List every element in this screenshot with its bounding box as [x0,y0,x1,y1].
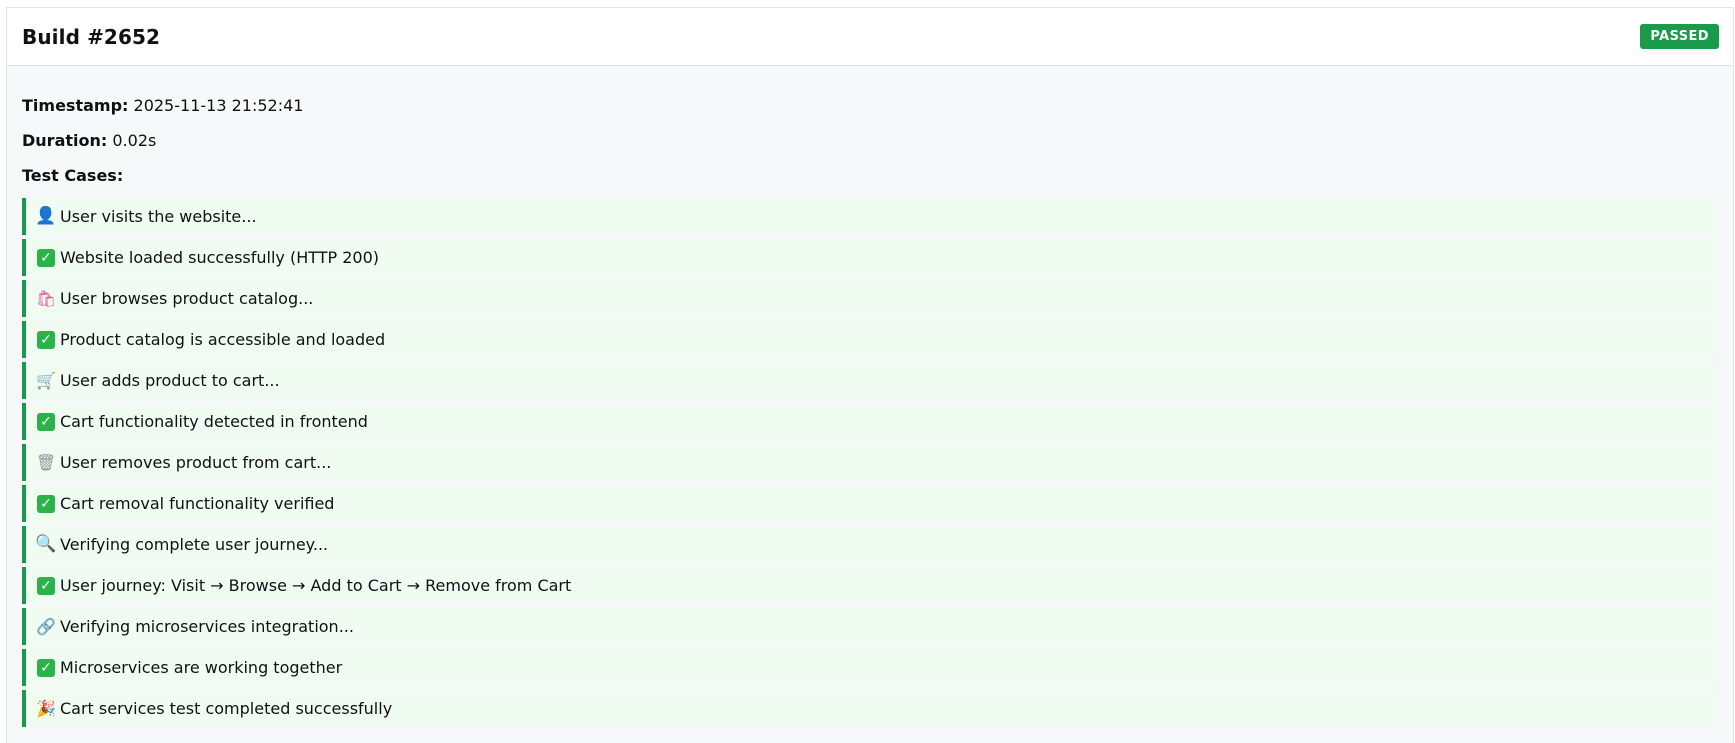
test-case-text: Website loaded successfully (HTTP 200) [60,248,380,267]
test-case-item: 🎉 Cart services test completed successful… [22,690,1718,727]
test-case-text: Cart functionality detected in frontend [60,412,368,431]
test-case-list: 👤 User visits the website... ✓ Website load… [22,198,1718,727]
duration-label: Duration: [22,131,108,150]
test-case-text: Cart services test completed successfull… [60,699,393,718]
check-icon: ✓ [37,412,55,431]
test-case-text: User browses product catalog... [60,289,314,308]
user-icon: 👤 [35,206,57,226]
duration-line: Duration: 0.02s [22,123,1718,158]
test-case-item: ✓ Product catalog is accessible and loade… [22,321,1718,358]
trash-icon: 🗑 [35,452,57,472]
check-icon: ✓ [37,248,55,267]
test-cases-heading: Test Cases: [22,158,1718,193]
build-header: Build #2652 PASSED [7,8,1733,66]
link-icon: 🔗 [36,616,56,636]
cart-icon: 🛒 [36,370,56,390]
shopping-bag-icon: 🛍 [35,288,57,308]
test-case-item: ✓ User journey: Visit → Browse → Add to C… [22,567,1718,604]
test-case-item: 🛍 User browses product catalog... [22,280,1718,317]
test-case-text: User adds product to cart... [60,371,280,390]
test-case-text: Microservices are working together [60,658,343,677]
check-icon: ✓ [37,330,55,349]
test-case-item: 👤 User visits the website... [22,198,1718,235]
test-case-item: 🗑 User removes product from cart... [22,444,1718,481]
timestamp-label: Timestamp: [22,96,129,115]
test-case-item: 🔗 Verifying microservices integration... [22,608,1718,645]
test-case-item: ✓ Cart removal functionality verified [22,485,1718,522]
build-card: Build #2652 PASSED Timestamp: 2025-11-13… [6,7,1734,743]
test-case-text: User journey: Visit → Browse → Add to Ca… [60,576,572,595]
test-case-item: 🛒 User adds product to cart... [22,362,1718,399]
test-case-item: ✓ Microservices are working together [22,649,1718,686]
test-cases-label: Test Cases: [22,166,124,185]
status-badge: PASSED [1640,24,1719,49]
timestamp-value: 2025-11-13 21:52:41 [133,96,304,115]
build-details: Timestamp: 2025-11-13 21:52:41 Duration:… [7,66,1733,727]
test-case-item: ✓ Website loaded successfully (HTTP 200) [22,239,1718,276]
test-case-text: User visits the website... [60,207,257,226]
magnifier-icon: 🔍 [35,534,57,554]
check-icon: ✓ [37,576,55,595]
build-title: Build #2652 [22,24,160,49]
check-icon: ✓ [37,658,55,677]
duration-value: 0.02s [112,131,157,150]
test-case-text: Verifying complete user journey... [60,535,329,554]
test-case-item: ✓ Cart functionality detected in frontend [22,403,1718,440]
test-case-text: Product catalog is accessible and loaded [60,330,386,349]
timestamp-line: Timestamp: 2025-11-13 21:52:41 [22,88,1718,123]
test-case-text: User removes product from cart... [60,453,332,472]
test-case-text: Verifying microservices integration... [60,617,354,636]
test-case-item: 🔍 Verifying complete user journey... [22,526,1718,563]
check-icon: ✓ [37,494,55,513]
test-case-text: Cart removal functionality verified [60,494,335,513]
party-popper-icon: 🎉 [36,698,56,718]
